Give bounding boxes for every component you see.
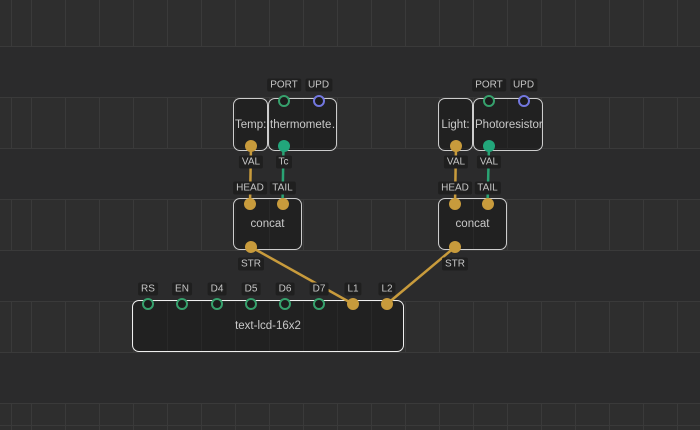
pin-temp-val[interactable]	[245, 140, 257, 152]
pin-label-photoresistor-upd: UPD	[510, 79, 537, 92]
pin-concat-right-str[interactable]	[449, 241, 461, 253]
wire-concat-str-to-lcd-l2[interactable]	[387, 247, 455, 304]
pin-label-lcd-d5: D5	[242, 283, 261, 296]
pin-label-concat-left-str: STR	[238, 258, 264, 271]
pin-label-concat-left-tail: TAIL	[269, 182, 295, 195]
pin-concat-left-str[interactable]	[245, 241, 257, 253]
pin-photoresistor-upd[interactable]	[518, 95, 530, 107]
pin-label-concat-right-tail: TAIL	[474, 182, 500, 195]
pin-concat-left-tail[interactable]	[277, 198, 289, 210]
pin-label-light-val: VAL	[444, 156, 468, 169]
pin-label-photoresistor-port: PORT	[472, 79, 506, 92]
pin-concat-right-tail[interactable]	[482, 198, 494, 210]
pin-concat-left-head[interactable]	[244, 198, 256, 210]
pin-label-lcd-d4: D4	[208, 283, 227, 296]
pin-photoresistor-val[interactable]	[483, 140, 495, 152]
pin-thermometer-upd[interactable]	[313, 95, 325, 107]
patch-canvas[interactable]: Temp: thermomete… Light: Photoresistor c…	[0, 0, 700, 430]
pin-lcd-d6[interactable]	[279, 298, 291, 310]
pin-lcd-d4[interactable]	[211, 298, 223, 310]
pin-lcd-l2[interactable]	[381, 298, 393, 310]
pin-label-concat-left-head: HEAD	[233, 182, 267, 195]
pin-label-concat-right-head: HEAD	[438, 182, 472, 195]
pin-lcd-en[interactable]	[176, 298, 188, 310]
pin-lcd-d7[interactable]	[313, 298, 325, 310]
pin-lcd-l1[interactable]	[347, 298, 359, 310]
pin-label-thermometer-upd: UPD	[305, 79, 332, 92]
pin-label-lcd-d6: D6	[276, 283, 295, 296]
pin-lcd-rs[interactable]	[142, 298, 154, 310]
pin-label-thermometer-tc: Tc	[276, 156, 292, 169]
pin-label-lcd-rs: RS	[138, 283, 158, 296]
pin-label-lcd-en: EN	[172, 283, 192, 296]
pin-label-thermometer-port: PORT	[267, 79, 301, 92]
wires-layer	[0, 0, 700, 430]
pin-label-lcd-l1: L1	[344, 283, 361, 296]
pin-concat-right-head[interactable]	[449, 198, 461, 210]
pin-photoresistor-port[interactable]	[483, 95, 495, 107]
pin-lcd-d5[interactable]	[245, 298, 257, 310]
pin-label-lcd-l2: L2	[378, 283, 395, 296]
pin-label-temp-val: VAL	[239, 156, 263, 169]
wire-concat-str-to-lcd-l1[interactable]	[251, 247, 353, 304]
pin-thermometer-port[interactable]	[278, 95, 290, 107]
pin-thermometer-tc[interactable]	[278, 140, 290, 152]
pin-light-val[interactable]	[450, 140, 462, 152]
pin-label-photoresistor-val: VAL	[477, 156, 501, 169]
pin-label-concat-right-str: STR	[442, 258, 468, 271]
pin-label-lcd-d7: D7	[310, 283, 329, 296]
